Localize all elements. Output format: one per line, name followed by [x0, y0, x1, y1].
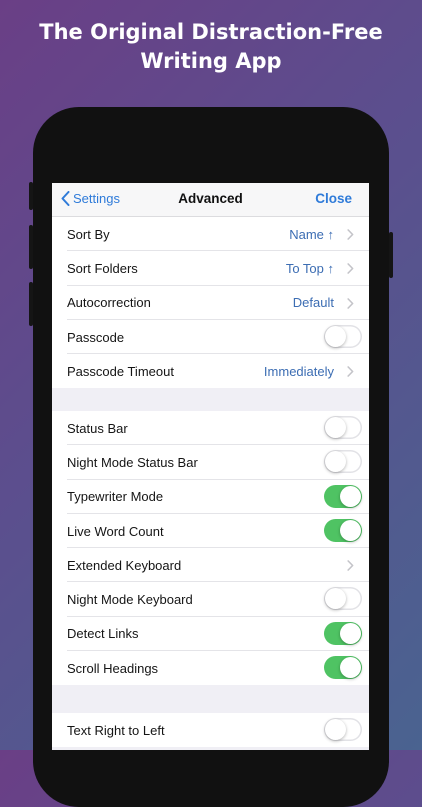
settings-row-label: Autocorrection: [67, 295, 151, 311]
phone-side-button: [29, 225, 33, 269]
settings-row-label: Extended Keyboard: [67, 557, 182, 573]
toggle-knob: [325, 588, 346, 610]
settings-row-label: Scroll Headings: [67, 660, 159, 676]
toggle-knob: [340, 622, 361, 644]
settings-row-typewriter-mode[interactable]: Typewriter Mode: [52, 480, 369, 514]
settings-row-live-word-count[interactable]: Live Word Count: [52, 514, 369, 549]
navigation-bar: Settings Advanced Close: [52, 183, 369, 217]
chevron-right-icon: [347, 263, 354, 275]
settings-row-label: Sort Folders: [67, 260, 138, 276]
phone-side-button: [29, 182, 33, 210]
settings-row-label: Text Right to Left: [67, 722, 165, 738]
chevron-right-icon: [347, 229, 354, 240]
settings-row-night-mode-status-bar[interactable]: Night Mode Status Bar: [52, 445, 369, 480]
settings-row-passcode[interactable]: Passcode: [52, 320, 369, 355]
settings-screen: Settings Advanced Close Sort By Name ↑ Sor…: [52, 183, 369, 750]
settings-row-status-bar[interactable]: Status Bar: [52, 411, 369, 446]
close-button[interactable]: Close: [315, 191, 352, 206]
toggle-knob: [325, 325, 346, 347]
settings-row-text-right-to-left[interactable]: Text Right to Left: [52, 713, 369, 747]
settings-row-detect-links[interactable]: Detect Links: [52, 617, 369, 652]
settings-group-general: Sort By Name ↑ Sort Folders To Top ↑ Autocor…: [52, 217, 369, 389]
settings-row-passcode-timeout[interactable]: Passcode Timeout Immediately: [52, 354, 369, 388]
promo-headline: The Original Distraction-Free Writing Ap…: [0, 18, 422, 76]
phone-side-button: [389, 232, 393, 278]
settings-row-sort-by[interactable]: Sort By Name ↑: [52, 217, 369, 252]
toggle-knob: [325, 417, 346, 438]
settings-row-extended-keyboard[interactable]: Extended Keyboard: [52, 548, 369, 583]
promo-headline-line-2: Writing App: [140, 49, 282, 73]
settings-group-text-direction: Text Right to Left: [52, 713, 369, 748]
settings-row-label: Passcode: [67, 329, 125, 345]
toggle-knob: [325, 719, 346, 740]
toggle-switch[interactable]: [324, 518, 362, 542]
toggle-switch[interactable]: [324, 587, 362, 611]
settings-row-label: Typewriter Mode: [67, 489, 164, 505]
phone-side-button: [29, 282, 33, 326]
toggle-switch[interactable]: [324, 416, 362, 439]
chevron-right-icon: [347, 560, 354, 571]
toggle-knob: [340, 519, 361, 541]
settings-row-label: Detect Links: [67, 626, 139, 642]
settings-row-sort-folders[interactable]: Sort Folders To Top ↑: [52, 251, 369, 286]
settings-row-autocorrection[interactable]: Autocorrection Default: [52, 286, 369, 320]
chevron-right-icon: [347, 297, 354, 309]
settings-row-value: Name ↑: [289, 226, 334, 242]
settings-row-label: Sort By: [67, 226, 110, 242]
toggle-switch[interactable]: [324, 621, 362, 645]
toggle-knob: [340, 657, 361, 679]
settings-row-label: Status Bar: [67, 420, 128, 436]
chevron-right-icon: [347, 366, 354, 377]
toggle-switch[interactable]: [324, 656, 362, 680]
settings-row-value: Default: [292, 295, 334, 311]
settings-row-night-mode-keyboard[interactable]: Night Mode Keyboard: [52, 582, 369, 617]
toggle-switch[interactable]: [324, 324, 362, 348]
settings-row-value: Immediately: [263, 363, 334, 379]
settings-row-label: Passcode Timeout: [67, 363, 174, 379]
settings-group-display: Status Bar Night Mode Status Bar Typewrite…: [52, 411, 369, 686]
settings-row-value: To Top ↑: [285, 260, 334, 276]
toggle-switch[interactable]: [324, 718, 362, 741]
settings-row-label: Night Mode Keyboard: [67, 592, 193, 608]
toggle-knob: [325, 451, 346, 473]
settings-row-label: Night Mode Status Bar: [67, 454, 198, 470]
toggle-switch[interactable]: [324, 484, 362, 508]
settings-row-label: Live Word Count: [67, 523, 164, 539]
promo-headline-line-1: The Original Distraction-Free: [39, 20, 383, 44]
toggle-switch[interactable]: [324, 450, 362, 474]
settings-row-scroll-headings[interactable]: Scroll Headings: [52, 651, 369, 685]
toggle-knob: [340, 485, 361, 507]
